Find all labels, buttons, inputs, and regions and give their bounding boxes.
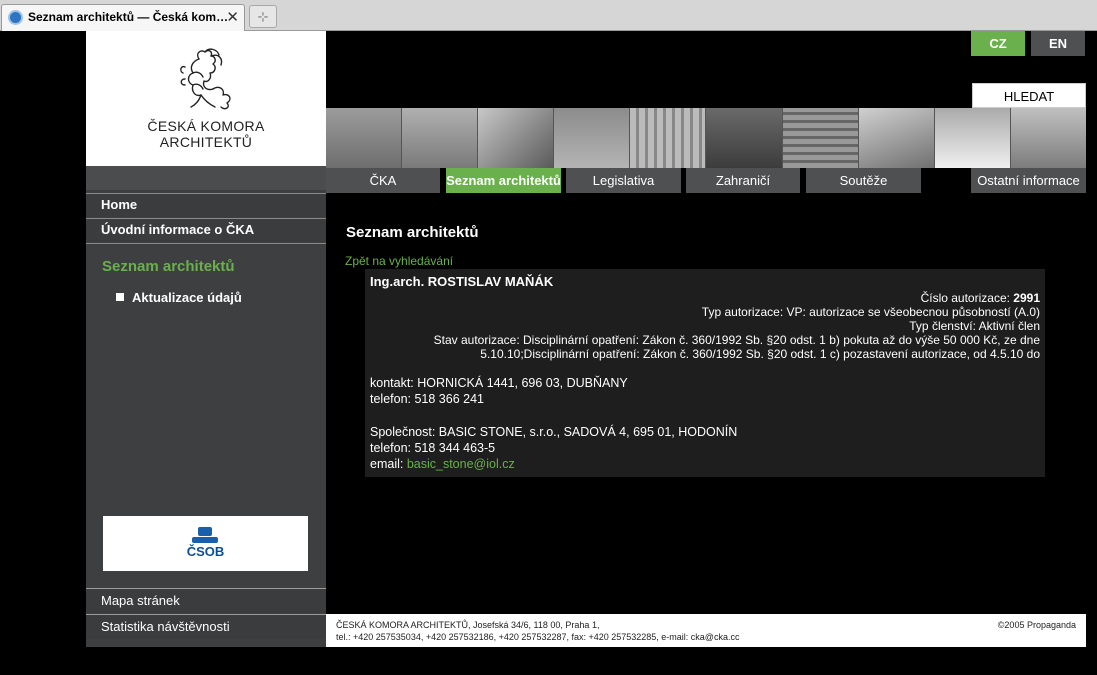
brand-line-1: ČESKÁ KOMORA <box>147 118 265 134</box>
auth-status-line-2: 5.10.10;Disciplinární opatření: Zákon č.… <box>480 347 1040 361</box>
sidebar-item-uvodni-informace[interactable]: Úvodní informace o ČKA <box>86 218 326 242</box>
sidebar-divider <box>86 243 326 245</box>
banner-photo <box>782 108 859 168</box>
banner-photo <box>478 108 555 168</box>
csob-logo-icon <box>198 527 212 536</box>
brand-line-2: ARCHITEKTŮ <box>159 134 253 150</box>
page-title: Seznam architektů <box>346 224 479 241</box>
lang-en-button[interactable]: EN <box>1031 31 1085 56</box>
auth-number-value: 2991 <box>1013 291 1040 305</box>
tab-seznam-architektu[interactable]: Seznam architektů <box>446 168 561 193</box>
banner-photo <box>934 108 1011 168</box>
lang-cz-button[interactable]: CZ <box>971 31 1025 56</box>
header-photo-banner <box>326 108 1086 168</box>
browser-tab-bar: Seznam architektů — Česká kom… ✕ ⊹ <box>0 0 1097 31</box>
footer-address: ČESKÁ KOMORA ARCHITEKTŮ, Josefská 34/6, … <box>336 620 600 630</box>
auth-status-line-1: Stav autorizace: Disciplinární opatření:… <box>433 333 1040 347</box>
email-row: email: basic_stone@iol.cz <box>370 457 515 471</box>
banner-photo <box>858 108 935 168</box>
banner-photo <box>554 108 631 168</box>
banner-photo <box>326 108 403 168</box>
sidebar-item-aktualizace-udaju[interactable]: Aktualizace údajů <box>116 290 242 305</box>
footer: ČESKÁ KOMORA ARCHITEKTŮ, Josefská 34/6, … <box>326 614 1086 647</box>
sidebar-item-statistika[interactable]: Statistika návštěvnosti <box>86 614 326 639</box>
banner-photo <box>402 108 479 168</box>
sponsor-name: ČSOB <box>186 544 225 559</box>
footer-contacts: tel.: +420 257535034, +420 257532186, +4… <box>336 632 740 642</box>
sidebar-item-home[interactable]: Home <box>86 193 326 217</box>
bullet-icon <box>116 293 124 301</box>
banner-photo <box>1010 108 1086 168</box>
tab-zahranici[interactable]: Zahraničí <box>686 168 800 193</box>
membership-type: Typ členství: Aktivní člen <box>909 319 1040 333</box>
architect-name: Ing.arch. ROSTISLAV MAŇÁK <box>370 274 554 289</box>
contact-address: kontakt: HORNICKÁ 1441, 696 03, DUBŇANY <box>370 376 628 390</box>
new-tab-button[interactable]: ⊹ <box>249 5 277 28</box>
tab-title: Seznam architektů — Česká kom… <box>28 10 229 24</box>
footer-copyright[interactable]: ©2005 Propaganda <box>998 619 1076 631</box>
tab-cka[interactable]: ČKA <box>326 168 440 193</box>
favicon-icon <box>8 10 23 25</box>
sidebar-section-seznam-architektu[interactable]: Seznam architektů <box>102 258 235 275</box>
sidebar: Home Úvodní informace o ČKA Seznam archi… <box>86 166 326 647</box>
company-phone: telefon: 518 344 463-5 <box>370 441 496 455</box>
auth-type: Typ autorizace: VP: autorizace se všeobe… <box>701 305 1040 319</box>
auth-number-row: Číslo autorizace: 2991 <box>921 291 1040 305</box>
sidebar-top-bar <box>86 166 326 190</box>
tab-ostatni-informace[interactable]: Ostatní informace <box>971 168 1086 193</box>
back-to-search-link[interactable]: Zpět na vyhledávání <box>345 254 453 268</box>
logo[interactable]: ČESKÁ KOMORA ARCHITEKTŮ <box>86 31 326 166</box>
sidebar-sub-label: Aktualizace údajů <box>132 290 242 305</box>
contact-phone: telefon: 518 366 241 <box>370 392 484 406</box>
csob-logo-bar <box>192 537 218 543</box>
tab-legislativa[interactable]: Legislativa <box>566 168 681 193</box>
sidebar-item-mapa-stranek[interactable]: Mapa stránek <box>86 588 326 613</box>
lion-emblem-icon <box>180 48 231 110</box>
architect-detail-card: Ing.arch. ROSTISLAV MAŇÁK Číslo autoriza… <box>365 269 1045 477</box>
browser-tab[interactable]: Seznam architektů — Česká kom… ✕ <box>1 4 245 31</box>
search-button[interactable]: HLEDAT <box>972 83 1086 108</box>
email-label: email: <box>370 457 404 471</box>
close-tab-icon[interactable]: ✕ <box>226 5 239 30</box>
email-link[interactable]: basic_stone@iol.cz <box>407 457 515 471</box>
brand-name: ČESKÁ KOMORA ARCHITEKTŮ <box>86 118 326 150</box>
auth-number-label: Číslo autorizace: <box>920 291 1010 305</box>
tab-souteze[interactable]: Soutěže <box>806 168 921 193</box>
sponsor-banner-csob[interactable]: ČSOB <box>103 516 308 571</box>
banner-photo <box>706 108 783 168</box>
company-info: Společnost: BASIC STONE, s.r.o., SADOVÁ … <box>370 425 738 439</box>
banner-photo <box>630 108 707 168</box>
